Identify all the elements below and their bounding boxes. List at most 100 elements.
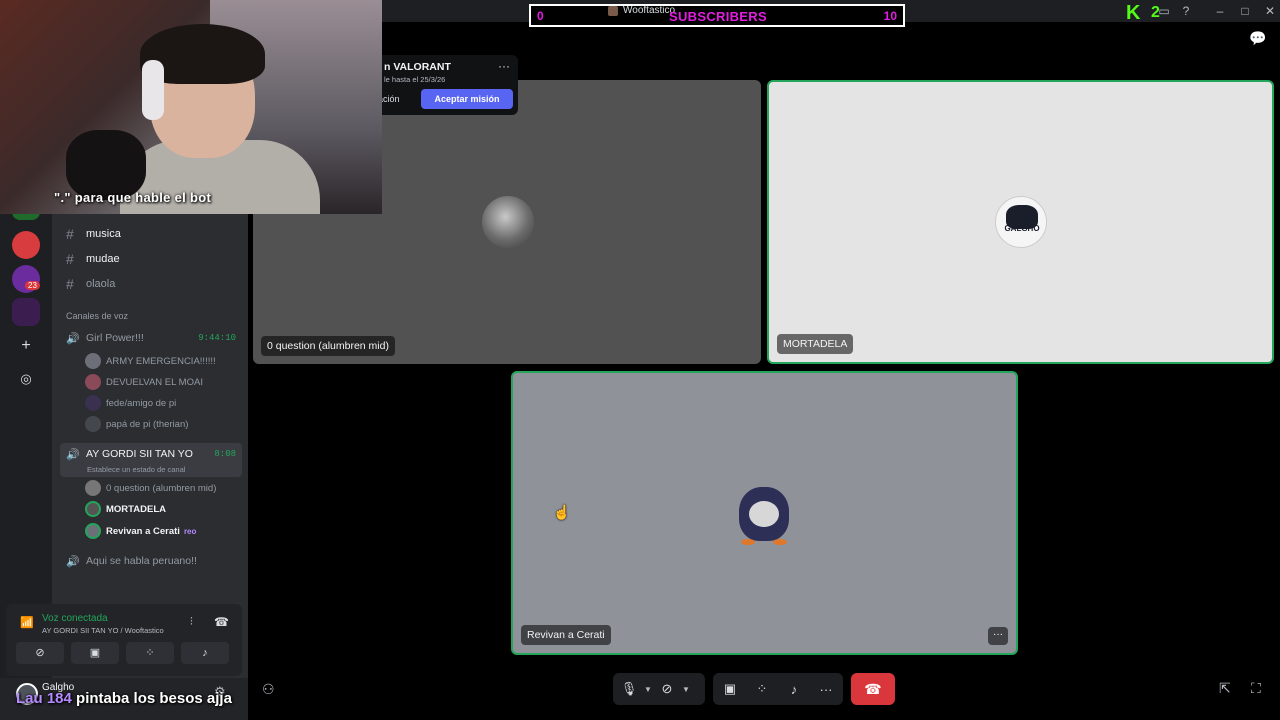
speaker-icon: 🔊 xyxy=(66,555,80,568)
call-tools-controls: ▣ ⁘ ♪ ··· xyxy=(713,673,843,705)
voice-user[interactable]: DEVUELVAN EL MOAI xyxy=(85,373,203,391)
penguin-foot xyxy=(741,539,755,545)
voice-channel-timer: 8:08 xyxy=(214,449,236,459)
voice-category-label[interactable]: Canales de voz xyxy=(66,311,128,321)
voice-channel-label: AY GORDI SII TAN YO xyxy=(86,448,193,460)
hash-icon: # xyxy=(66,251,74,267)
server-icon[interactable] xyxy=(12,231,40,259)
voice-user-name: 0 question (alumbren mid) xyxy=(106,482,217,494)
voice-channel-girl-power[interactable]: 🔊 Girl Power!!! 9:44:10 xyxy=(66,329,236,347)
activities-button[interactable]: ⁘ xyxy=(126,642,174,664)
noise-suppression-icon[interactable]: ⫶ xyxy=(190,616,193,629)
voice-connected-title[interactable]: Voz conectada xyxy=(42,613,108,624)
avatar-text: GALGHO xyxy=(1004,224,1040,233)
disconnect-icon[interactable]: ☎ xyxy=(214,615,229,629)
minimize-icon[interactable]: – xyxy=(1212,3,1228,19)
server-badge: 23 xyxy=(25,281,40,290)
participant-avatar xyxy=(482,196,534,248)
camera-off-icon[interactable]: ⊘ xyxy=(655,681,679,697)
chat-icon[interactable]: 💬 xyxy=(1249,30,1266,47)
server-icon[interactable] xyxy=(12,298,40,326)
subscribers-goal-banner: 0 Wooftastico SUBSCRIBERS 10 xyxy=(529,4,905,27)
fullscreen-icon[interactable]: ⛶ xyxy=(1251,680,1261,697)
channel-status[interactable]: Establece un estado de canal xyxy=(87,465,185,474)
avatar xyxy=(85,353,101,369)
kick-count: 2 xyxy=(1151,4,1160,21)
screen-share-button[interactable]: ▣ xyxy=(71,642,119,664)
voice-user-name: papá de pi (therian) xyxy=(106,418,189,430)
webcam-caption: "." para que hable el bot xyxy=(54,190,212,205)
video-tile[interactable]: GALGHO MORTADELA xyxy=(767,80,1274,364)
disconnect-button[interactable]: ☎ xyxy=(851,673,895,705)
kick-logo-icon: K xyxy=(1126,2,1141,24)
screen-share-icon[interactable]: ▣ xyxy=(718,681,742,697)
subscribers-right-count: 10 xyxy=(883,9,897,23)
quest-secondary-button[interactable]: ación xyxy=(378,89,418,109)
voice-user[interactable]: 0 question (alumbren mid) xyxy=(85,479,216,497)
chevron-down-icon[interactable]: ▼ xyxy=(641,685,655,694)
chevron-down-icon[interactable]: ▼ xyxy=(679,685,693,694)
penguin-foot xyxy=(773,539,787,545)
headset-icon xyxy=(142,60,164,120)
quest-title: n VALORANT xyxy=(384,61,451,73)
close-icon[interactable]: ✕ xyxy=(1262,3,1278,19)
video-tile[interactable]: Revivan a Cerati ··· xyxy=(511,371,1018,655)
channel-olaola[interactable]: # olaola xyxy=(66,273,115,295)
voice-user[interactable]: Revivan a Cerati reo xyxy=(85,522,196,540)
participant-avatar xyxy=(733,483,795,545)
voice-user-name: Revivan a Cerati xyxy=(106,525,180,537)
voice-channel-ay-gordi[interactable]: 🔊 AY GORDI SII TAN YO 8:08 xyxy=(66,445,236,463)
help-icon[interactable]: ? xyxy=(1178,3,1194,19)
maximize-icon[interactable]: □ xyxy=(1237,3,1253,19)
soundboard-icon[interactable]: ♪ xyxy=(782,682,806,697)
more-icon[interactable]: ··· xyxy=(814,682,838,697)
soundboard-button[interactable]: ♪ xyxy=(181,642,229,664)
subscribers-label: SUBSCRIBERS xyxy=(669,9,767,24)
voice-user[interactable]: ARMY EMERGENCIA!!!!!! xyxy=(85,352,216,370)
voice-user[interactable]: papá de pi (therian) xyxy=(85,415,188,433)
avatar xyxy=(85,395,101,411)
invite-icon[interactable]: ⚇ xyxy=(262,681,275,698)
quest-popup: n VALORANT le hasta el 25/3/26 ··· ación… xyxy=(372,55,518,115)
signal-icon[interactable]: 📶 xyxy=(20,616,34,629)
voice-connected-channel[interactable]: AY GORDI SII TAN YO / Wooftastico xyxy=(42,626,164,635)
channel-musica[interactable]: # musica xyxy=(66,223,121,245)
stream-user-avatar xyxy=(608,6,618,16)
channel-label: musica xyxy=(86,228,121,240)
quest-subtitle: le hasta el 25/3/26 xyxy=(384,75,446,84)
channel-mudae[interactable]: # mudae xyxy=(66,248,120,270)
channel-label: mudae xyxy=(86,253,120,265)
chat-caption-overlay: Lau 184 pintaba los besos ajja xyxy=(16,690,232,707)
avatar xyxy=(85,523,101,539)
participant-name: MORTADELA xyxy=(777,334,854,354)
accept-quest-button[interactable]: Aceptar misión xyxy=(421,89,513,109)
avatar xyxy=(85,480,101,496)
voice-user[interactable]: fede/amigo de pi xyxy=(85,394,176,412)
avatar xyxy=(85,501,101,517)
more-options-button[interactable]: ··· xyxy=(988,627,1008,645)
voice-channel-peruano[interactable]: 🔊 Aqui se habla peruano!! xyxy=(66,552,236,570)
participant-avatar: GALGHO xyxy=(995,196,1047,248)
voice-channel-timer: 9:44:10 xyxy=(198,333,236,343)
speaker-icon: 🔊 xyxy=(66,332,80,345)
channel-label: olaola xyxy=(86,278,116,290)
voice-user-name: ARMY EMERGENCIA!!!!!! xyxy=(106,355,216,367)
camera-off-button[interactable]: ⊘ xyxy=(16,642,64,664)
voice-user-name: fede/amigo de pi xyxy=(106,397,177,409)
popout-icon[interactable]: ⇱ xyxy=(1219,680,1231,697)
voice-user[interactable]: MORTADELA xyxy=(85,500,166,518)
discover-icon[interactable]: ◎ xyxy=(12,365,40,393)
voice-channel-label: Girl Power!!! xyxy=(86,332,144,344)
subscribers-left-count: 0 xyxy=(537,9,544,23)
activities-icon[interactable]: ⁘ xyxy=(750,681,774,697)
participant-name: 0 question (alumbren mid) xyxy=(261,336,395,356)
chat-caption-text: pintaba los besos ajja xyxy=(76,690,232,707)
avatar xyxy=(85,374,101,390)
speaker-icon: 🔊 xyxy=(66,448,80,461)
voice-channel-label: Aqui se habla peruano!! xyxy=(86,555,197,567)
more-icon[interactable]: ··· xyxy=(498,59,510,73)
hash-icon: # xyxy=(66,276,74,292)
add-server-icon[interactable]: + xyxy=(12,332,40,360)
microphone-icon[interactable]: 🎙 xyxy=(617,681,641,697)
stream-user-name: Wooftastico xyxy=(623,5,676,16)
